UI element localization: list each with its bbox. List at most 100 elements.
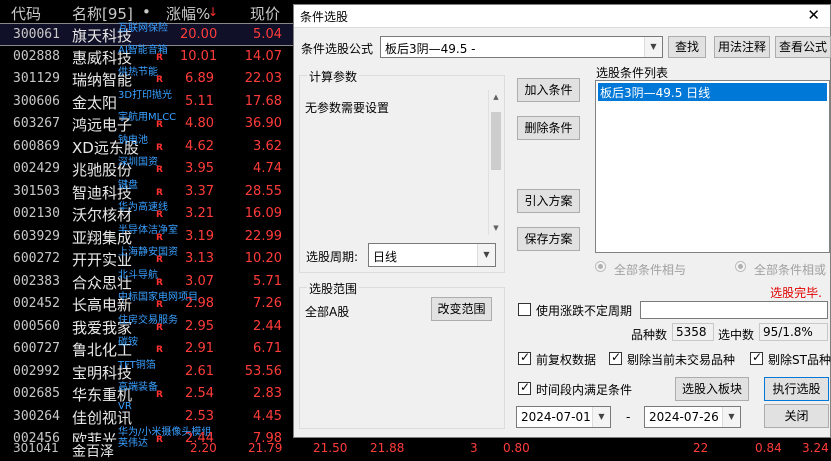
row-pct: 6.89	[185, 71, 214, 86]
row-concept-tag: 深圳国资	[118, 157, 158, 168]
adjusted-data-label: 前复权数据	[536, 353, 597, 367]
chevron-down-icon[interactable]: ▼	[644, 37, 662, 57]
add-to-block-button[interactable]: 选股入板块	[675, 377, 749, 401]
row-pct: 10.01	[180, 48, 218, 64]
usage-notes-button[interactable]: 用法注释	[714, 36, 770, 58]
row-rzrq-flag: R	[156, 142, 163, 153]
chevron-down-icon[interactable]: ▼	[722, 407, 740, 427]
row-price: 5.04	[253, 27, 282, 42]
row-price: 4.74	[253, 161, 282, 176]
count-value: 5358	[676, 325, 707, 339]
table-row[interactable]: 000560 我爱我家 住房交易服务 R 2.95 2.44	[0, 315, 300, 339]
header-code[interactable]: 代码	[11, 3, 41, 24]
params-text: 无参数需要设置	[305, 101, 390, 115]
scroll-down-icon[interactable]: ▼	[489, 221, 503, 235]
row-rzrq-flag: R	[156, 210, 163, 220]
list-rows: 300061 旗天科技 互联网保险 20.00 5.04 002888 惠威科技 AI智能音箱…	[0, 23, 300, 451]
date-to-picker[interactable]: 2024-07-26 ▼	[644, 406, 741, 428]
date-separator: -	[626, 410, 631, 424]
dialog-title: 条件选股	[300, 10, 349, 24]
find-button[interactable]: 查找	[668, 36, 706, 58]
row-price: 2.83	[253, 386, 282, 401]
row-price: 4.45	[253, 408, 282, 424]
change-range-button[interactable]: 改变范围	[431, 297, 492, 321]
row-price: 6.71	[253, 341, 282, 356]
dialog-titlebar[interactable]: 条件选股 ✕	[294, 5, 830, 28]
radio-and[interactable]	[595, 261, 606, 272]
row-code: 301129	[13, 71, 60, 86]
row-rzrq-flag: R	[156, 165, 163, 175]
formula-select[interactable]: 板后3阴—49.5 - ▼	[380, 36, 663, 58]
row-code: 300264	[13, 408, 60, 424]
row-code: 600272	[13, 251, 60, 266]
row-price: 10.20	[244, 251, 282, 266]
date-from-value: 2024-07-01	[521, 410, 591, 424]
close-button[interactable]: 关闭	[764, 404, 829, 428]
header-price[interactable]: 现价	[250, 3, 280, 24]
date-from-picker[interactable]: 2024-07-01 ▼	[516, 406, 611, 428]
remove-st-label: 剔除ST品种	[768, 353, 831, 367]
scroll-thumb[interactable]	[491, 112, 501, 170]
row-concept-tag: VR	[118, 400, 132, 412]
chevron-down-icon[interactable]: ▼	[477, 244, 495, 266]
row-concept-tag: 北斗导航	[118, 269, 158, 281]
row-concept-tag: 高端装备	[118, 382, 158, 393]
stock-list[interactable]: 代码 名称[95] • 涨幅% ↓ 现价 300061 旗天科技 互联网保险 20.0…	[0, 0, 300, 453]
remove-st-checkbox[interactable]	[750, 350, 763, 365]
table-row[interactable]: 603267 鸿远电子 宇航用MLCC R 4.80 36.90	[0, 112, 300, 136]
table-row[interactable]: 002685 华东重机 高端装备 R 2.54 2.83	[0, 382, 300, 406]
list-item[interactable]: 板后3阴—49.5 日线	[598, 83, 827, 101]
variable-period-checkbox[interactable]	[518, 303, 531, 316]
chevron-down-icon[interactable]: ▼	[592, 407, 610, 427]
condition-list-label: 选股条件列表	[596, 66, 669, 80]
row-price: 17.68	[244, 93, 282, 109]
row-concept-tag: 供热节能	[118, 67, 158, 78]
row-rzrq-flag: R	[156, 277, 163, 288]
row-rzrq-flag: R	[156, 390, 163, 400]
period-condition-checkbox[interactable]	[518, 380, 531, 395]
remove-untraded-label: 剔除当前未交易品种	[627, 353, 736, 367]
row-price: 3.62	[253, 138, 282, 154]
row-pct: 3.37	[185, 183, 214, 199]
row-pct: 3.07	[185, 273, 214, 289]
close-icon[interactable]: ✕	[807, 6, 820, 24]
range-value: 全部A股	[305, 305, 350, 319]
row-concept-tag: 3D打印抛光	[118, 89, 173, 101]
header-pct[interactable]: 涨幅%	[166, 3, 210, 24]
row-pct: 3.95	[185, 161, 214, 176]
row-code: 300606	[13, 93, 60, 109]
partial-table-row[interactable]: 301041 金百泽 英伟达 2.20 21.79 21.50 21.88 3 …	[0, 438, 831, 460]
row-code: 000560	[13, 318, 60, 334]
row-concept-tag: 上海静安国资	[118, 247, 178, 258]
range-group-title: 选股范围	[307, 280, 360, 297]
row-code: 300061	[13, 27, 60, 42]
period-select[interactable]: 日线 ▼	[368, 243, 496, 267]
variable-period-input[interactable]	[640, 301, 828, 319]
params-scrollbar[interactable]: ▲ ▼	[488, 90, 503, 235]
row-code: 603267	[13, 116, 60, 131]
save-scheme-button[interactable]: 保存方案	[517, 227, 580, 251]
count-field: 5358	[672, 323, 714, 341]
remove-untraded-checkbox[interactable]	[609, 350, 622, 365]
delete-condition-button[interactable]: 删除条件	[517, 116, 580, 140]
row-pct: 3.13	[185, 251, 214, 266]
row-concept-tag: 键盘	[118, 179, 138, 191]
row-code: 002429	[13, 161, 60, 176]
table-row[interactable]: 002429 兆驰股份 深圳国资 R 3.95 4.74	[0, 157, 300, 181]
import-scheme-button[interactable]: 引入方案	[517, 189, 580, 213]
selected-field: 95/1.8%	[759, 323, 828, 341]
row-price: 36.90	[244, 116, 282, 131]
scroll-up-icon[interactable]: ▲	[489, 90, 503, 104]
condition-list[interactable]: 板后3阴—49.5 日线	[595, 80, 830, 253]
row-rzrq-flag: R	[156, 52, 163, 63]
row-price: 16.09	[244, 206, 282, 221]
execute-screen-button[interactable]: 执行选股	[764, 377, 829, 401]
row-pct: 5.11	[185, 93, 214, 109]
radio-or[interactable]	[735, 261, 746, 272]
row-concept-tag: 互联网保险	[118, 23, 168, 34]
view-formula-button[interactable]: 查看公式	[775, 36, 831, 58]
adjusted-data-checkbox[interactable]	[518, 350, 531, 365]
row-concept-tag: 英伟达	[118, 438, 148, 449]
row-code: 600869	[13, 138, 60, 154]
add-condition-button[interactable]: 加入条件	[517, 78, 580, 102]
